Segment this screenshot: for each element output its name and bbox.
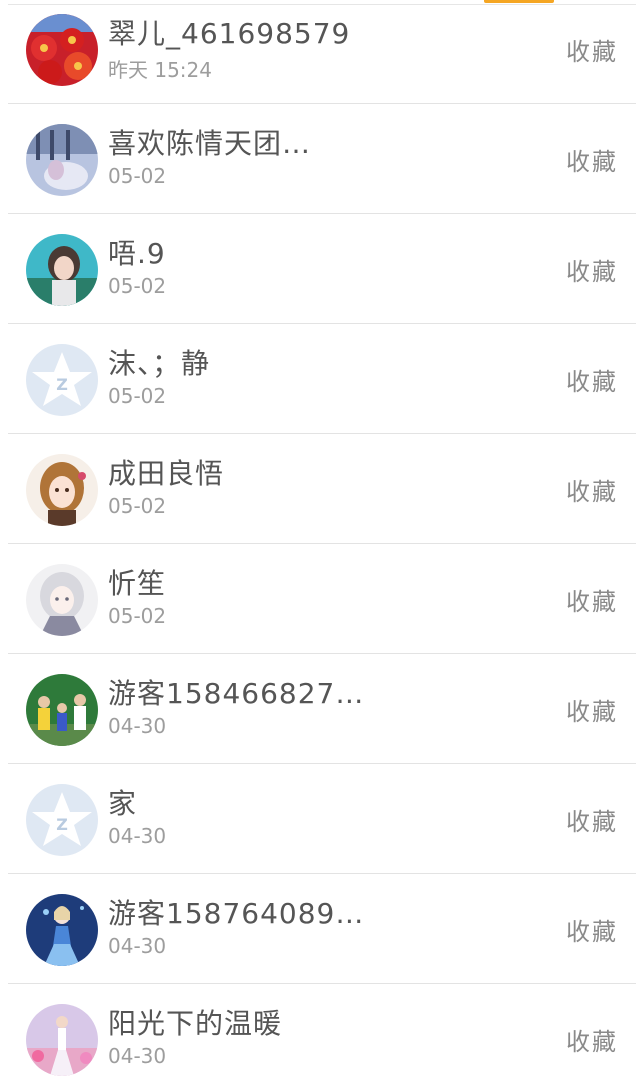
list-item[interactable]: 忻笙 05-02 收藏: [8, 544, 636, 654]
visit-time: 05-02: [108, 494, 167, 518]
avatar[interactable]: [26, 454, 98, 526]
visitor-name[interactable]: 翠儿_461698579: [108, 12, 350, 52]
list-item[interactable]: 唔.9 05-02 收藏: [8, 214, 636, 324]
visitor-list: 翠儿_461698579 昨天 15:24 收藏 喜欢陈情天团… 05-02 收…: [8, 0, 636, 1086]
visit-time: 昨天 15:24: [108, 58, 212, 82]
favorite-button[interactable]: 收藏: [566, 252, 618, 287]
avatar[interactable]: [26, 894, 98, 966]
list-item[interactable]: Z 家 04-30 收藏: [8, 764, 636, 874]
svg-text:Z: Z: [56, 375, 68, 394]
avatar[interactable]: [26, 124, 98, 196]
favorite-button[interactable]: 收藏: [566, 802, 618, 837]
avatar-anime-girl-icon: [26, 454, 98, 526]
visitor-name[interactable]: 成田良悟: [108, 452, 224, 492]
avatar[interactable]: Z: [26, 344, 98, 416]
list-item[interactable]: 游客158466827… 04-30 收藏: [8, 654, 636, 764]
avatar[interactable]: [26, 234, 98, 306]
visit-time: 04-30: [108, 824, 167, 848]
visitor-name[interactable]: 家: [108, 782, 137, 822]
avatar-white-hair-anime-icon: [26, 564, 98, 636]
svg-text:Z: Z: [56, 815, 68, 834]
visitor-name[interactable]: 沫、；静: [108, 342, 210, 382]
avatar-blue-dress-anime-icon: [26, 894, 98, 966]
visit-time: 05-02: [108, 274, 167, 298]
visitor-name[interactable]: 游客158764089…: [108, 892, 364, 932]
avatar-girl-photo-icon: [26, 234, 98, 306]
favorite-button[interactable]: 收藏: [566, 142, 618, 177]
list-item[interactable]: 阳光下的温暖 04-30 收藏: [8, 984, 636, 1086]
favorite-button[interactable]: 收藏: [566, 912, 618, 947]
avatar[interactable]: [26, 1004, 98, 1076]
avatar-family-photo-icon: [26, 674, 98, 746]
favorite-button[interactable]: 收藏: [566, 1022, 618, 1057]
list-item[interactable]: 翠儿_461698579 昨天 15:24 收藏: [8, 0, 636, 104]
visit-time: 04-30: [108, 1044, 167, 1068]
favorite-button[interactable]: 收藏: [566, 362, 618, 397]
avatar[interactable]: [26, 674, 98, 746]
favorite-button[interactable]: 收藏: [566, 32, 618, 67]
avatar-flowers-photo-icon: [26, 1004, 98, 1076]
qq-default-avatar-icon: Z: [26, 784, 98, 856]
favorite-button[interactable]: 收藏: [566, 472, 618, 507]
avatar[interactable]: [26, 564, 98, 636]
avatar[interactable]: [26, 14, 98, 86]
visit-time: 04-30: [108, 714, 167, 738]
avatar-red-lanterns-icon: [26, 14, 98, 86]
list-item[interactable]: 喜欢陈情天团… 05-02 收藏: [8, 104, 636, 214]
visitor-name[interactable]: 喜欢陈情天团…: [108, 122, 311, 162]
list-item[interactable]: 成田良悟 05-02 收藏: [8, 434, 636, 544]
avatar-blue-scene-icon: [26, 124, 98, 196]
friend-visit-list-page: 翠儿_461698579 昨天 15:24 收藏 喜欢陈情天团… 05-02 收…: [0, 0, 640, 1086]
visit-time: 04-30: [108, 934, 167, 958]
list-item[interactable]: Z 沫、；静 05-02 收藏: [8, 324, 636, 434]
visitor-name[interactable]: 忻笙: [108, 562, 166, 602]
visit-time: 05-02: [108, 384, 167, 408]
qq-default-avatar-icon: Z: [26, 344, 98, 416]
avatar[interactable]: Z: [26, 784, 98, 856]
favorite-button[interactable]: 收藏: [566, 692, 618, 727]
visitor-name[interactable]: 游客158466827…: [108, 672, 364, 712]
visit-time: 05-02: [108, 604, 167, 628]
visitor-name[interactable]: 阳光下的温暖: [108, 1002, 282, 1042]
visit-time: 05-02: [108, 164, 167, 188]
list-item[interactable]: 游客158764089… 04-30 收藏: [8, 874, 636, 984]
visitor-name[interactable]: 唔.9: [108, 232, 166, 272]
favorite-button[interactable]: 收藏: [566, 582, 618, 617]
